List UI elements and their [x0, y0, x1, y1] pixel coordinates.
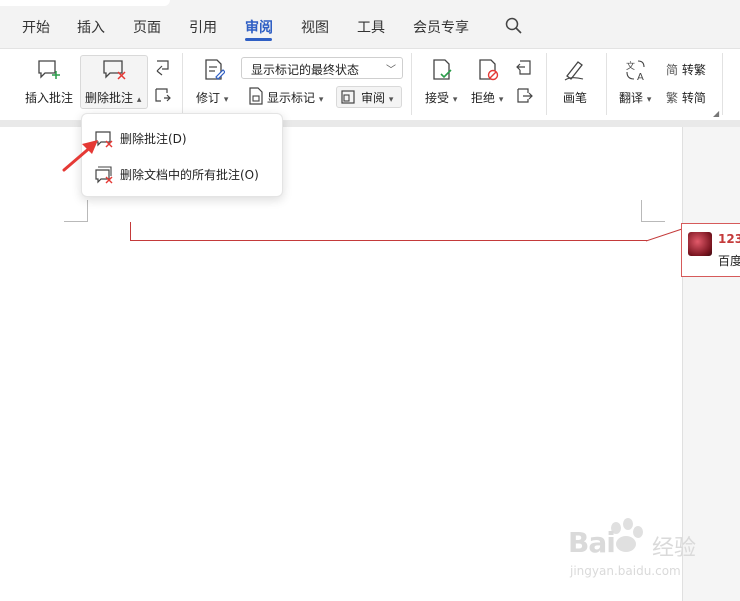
- ribbon-separator: [411, 53, 412, 115]
- delete-comment-label: 删除批注 ▴: [85, 91, 142, 105]
- insert-comment-icon: [38, 60, 60, 79]
- show-markup-icon: [249, 87, 263, 105]
- next-comment-icon[interactable]: [153, 87, 171, 105]
- watermark-url: jingyan.baidu.com: [570, 564, 681, 578]
- accept-icon: [433, 59, 452, 80]
- watermark: Bai 经验 jingyan.baidu.com: [560, 518, 710, 588]
- comment-connector-line: [130, 240, 647, 241]
- ribbon: 插入批注 删除批注 ▴ 修订 ▾ 显示标记的最终状态 ﹀ 显示标记 ▾ 审阅 ▾…: [0, 48, 740, 120]
- previous-comment-icon[interactable]: [153, 59, 171, 77]
- chevron-down-icon: ﹀: [386, 65, 396, 76]
- ribbon-separator: [606, 53, 607, 115]
- watermark-brand: Bai: [568, 526, 616, 559]
- tab-member[interactable]: 会员专享: [413, 17, 469, 37]
- comment-connector-slant: [646, 228, 683, 242]
- pen-button[interactable]: 画笔: [563, 89, 587, 106]
- traditional-glyph-icon: 简: [666, 63, 679, 77]
- tab-references[interactable]: 引用: [189, 17, 217, 37]
- tab-insert[interactable]: 插入: [77, 17, 105, 37]
- pen-icon: [564, 61, 584, 81]
- show-markup-button[interactable]: 显示标记 ▾: [267, 89, 323, 106]
- delete-comment-dropdown: 删除批注(D) 删除文档中的所有批注(O): [81, 113, 283, 197]
- tab-review[interactable]: 审阅: [245, 17, 273, 37]
- markup-state-value: 显示标记的最终状态: [251, 63, 360, 77]
- ribbon-separator: [182, 53, 183, 115]
- to-traditional-button[interactable]: 简 转繁: [666, 61, 706, 78]
- simplified-glyph-icon: 繁: [666, 91, 679, 105]
- reject-button[interactable]: 拒绝 ▾: [471, 89, 503, 106]
- svg-text:A: A: [637, 72, 644, 82]
- markup-state-select[interactable]: 显示标记的最终状态 ﹀: [241, 57, 403, 79]
- avatar: [688, 232, 712, 256]
- tab-page[interactable]: 页面: [133, 17, 161, 37]
- tab-view[interactable]: 视图: [301, 17, 329, 37]
- comment-anchor: [130, 222, 131, 240]
- translate-button[interactable]: 翻译 ▾: [619, 89, 651, 106]
- track-changes-icon: [205, 59, 225, 80]
- dialog-launcher-icon[interactable]: ◢: [713, 109, 719, 118]
- ribbon-separator: [722, 53, 723, 115]
- insert-comment-button[interactable]: 插入批注: [25, 89, 73, 106]
- comment-author: 123: [718, 232, 740, 246]
- title-strip: [0, 0, 170, 6]
- next-change-icon[interactable]: [515, 87, 533, 105]
- reject-icon: [479, 59, 499, 81]
- annotation-arrow-icon: [62, 140, 98, 172]
- margin-corner-mark: [641, 200, 665, 222]
- svg-text:文: 文: [626, 60, 635, 72]
- accept-button[interactable]: 接受 ▾: [425, 89, 457, 106]
- watermark-brand-cn: 经验: [652, 536, 697, 561]
- ribbon-separator: [546, 53, 547, 115]
- delete-comment-icon: [103, 60, 126, 80]
- tab-tools[interactable]: 工具: [357, 17, 385, 37]
- menu-bar: 开始 插入 页面 引用 审阅 视图 工具 会员专享: [0, 0, 740, 48]
- review-pane-icon: [341, 90, 355, 104]
- translate-icon: 文 A: [626, 60, 645, 82]
- menu-item-delete-comment[interactable]: 删除批注(D): [94, 126, 276, 150]
- track-changes-button[interactable]: 修订 ▾: [196, 89, 228, 106]
- margin-corner-mark: [64, 200, 88, 222]
- search-icon[interactable]: [504, 16, 524, 36]
- comment-card[interactable]: 123 百度: [681, 223, 740, 277]
- tab-home[interactable]: 开始: [22, 17, 50, 37]
- to-simplified-button[interactable]: 繁 转简: [666, 89, 706, 106]
- comment-text: 百度: [718, 254, 740, 268]
- previous-change-icon[interactable]: [515, 59, 533, 77]
- active-tab-indicator: [245, 38, 272, 41]
- menu-item-delete-all-comments[interactable]: 删除文档中的所有批注(O): [94, 162, 276, 186]
- review-pane-label: 审阅 ▾: [361, 91, 394, 105]
